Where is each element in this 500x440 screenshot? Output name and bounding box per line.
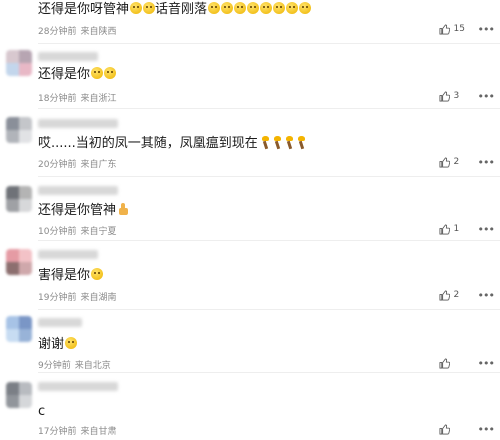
comment-location: 来自广东 <box>80 160 117 170</box>
smile-emoji-icon <box>247 2 260 14</box>
comment-time: 10分钟前 <box>38 227 77 237</box>
more-options-icon[interactable]: ••• <box>478 290 495 301</box>
username[interactable] <box>38 382 118 391</box>
smile-emoji-icon <box>221 2 234 14</box>
thumbs-up-icon[interactable] <box>439 157 450 168</box>
comment-text-part: 话音刚落 <box>155 2 208 17</box>
more-options-icon[interactable]: ••• <box>478 224 495 235</box>
thumbs-up-icon[interactable] <box>439 24 450 35</box>
comment-location: 来自宁夏 <box>80 227 117 237</box>
divider <box>38 372 500 373</box>
smile-emoji-icon <box>104 67 117 79</box>
torch-emoji-icon <box>296 136 306 149</box>
comment-actions: 2 ••• <box>439 156 495 168</box>
comment-location: 来自陕西 <box>80 27 117 37</box>
username[interactable] <box>38 119 118 128</box>
comment-text-part: 害得是你 <box>38 268 91 283</box>
comment-time: 18分钟前 <box>38 94 77 104</box>
more-options-icon[interactable]: ••• <box>478 358 495 369</box>
avatar[interactable] <box>6 316 32 342</box>
comment-text: 谢谢 <box>38 336 78 354</box>
username[interactable] <box>38 52 98 61</box>
divider <box>38 43 500 44</box>
torch-emoji-icon <box>260 136 270 149</box>
username[interactable] <box>38 186 118 195</box>
divider <box>38 240 500 241</box>
more-options-icon[interactable]: ••• <box>478 424 495 435</box>
comment-text: 还得是你呀管神 话音刚落 <box>38 1 312 19</box>
thumbs-up-emoji-icon <box>118 203 129 215</box>
smile-emoji-icon <box>143 2 156 14</box>
comment-text-part: 还得是你呀管神 <box>38 2 130 17</box>
thumbs-up-icon[interactable] <box>439 224 450 235</box>
comment-meta: 28分钟前 来自陕西 <box>38 24 120 37</box>
username[interactable] <box>38 250 98 259</box>
like-count: 15 <box>453 24 465 34</box>
avatar[interactable] <box>6 117 32 143</box>
comment-meta: 10分钟前 来自宁夏 <box>38 224 120 237</box>
smile-emoji-icon <box>208 2 221 14</box>
thumbs-up-icon[interactable] <box>439 290 450 301</box>
smile-emoji-icon <box>65 337 78 349</box>
comment-text-part: 还得是你管神 <box>38 203 117 218</box>
comment-location: 来自北京 <box>74 361 111 371</box>
comment-actions: ••• <box>439 357 495 369</box>
avatar[interactable] <box>6 50 32 76</box>
comment-meta: 9分钟前 来自北京 <box>38 358 115 371</box>
comment-actions: 2 ••• <box>439 289 495 301</box>
like-count: 1 <box>453 224 460 234</box>
like-count: 3 <box>453 91 460 101</box>
smile-emoji-icon <box>273 2 286 14</box>
torch-emoji-icon <box>272 136 282 149</box>
username[interactable] <box>38 318 82 327</box>
comment-text-part: c <box>38 404 46 419</box>
smile-emoji-icon <box>91 268 104 280</box>
thumbs-up-icon[interactable] <box>439 358 450 369</box>
thumbs-up-icon[interactable] <box>439 91 450 102</box>
smile-emoji-icon <box>91 67 104 79</box>
comment-text: 害得是你 <box>38 267 104 285</box>
avatar[interactable] <box>6 382 32 408</box>
comment-text: 还得是你 <box>38 66 117 84</box>
like-count: 2 <box>453 290 460 300</box>
comment-time: 17分钟前 <box>38 427 77 437</box>
torch-emoji-icon <box>284 136 294 149</box>
smile-emoji-icon <box>299 2 312 14</box>
comment-actions: 1 ••• <box>439 223 495 235</box>
comment-meta: 20分钟前 来自广东 <box>38 157 120 170</box>
comment-text: 哎......当初的凤一其随，凤凰瘟到现在 <box>38 135 306 153</box>
comment-text-part: 还得是你 <box>38 67 91 82</box>
comment-time: 28分钟前 <box>38 27 77 37</box>
comment-actions: 15 ••• <box>439 23 495 35</box>
comment-meta: 18分钟前 来自浙江 <box>38 91 120 104</box>
comment-text: c <box>38 403 45 421</box>
more-options-icon[interactable]: ••• <box>478 91 495 102</box>
comment-meta: 19分钟前 来自湖南 <box>38 290 120 303</box>
more-options-icon[interactable]: ••• <box>478 24 495 35</box>
smile-emoji-icon <box>260 2 273 14</box>
comment-time: 20分钟前 <box>38 160 77 170</box>
comment-actions: 3 ••• <box>439 90 495 102</box>
smile-emoji-icon <box>130 2 143 14</box>
thumbs-up-icon[interactable] <box>439 424 450 435</box>
comment-location: 来自浙江 <box>80 94 117 104</box>
avatar[interactable] <box>6 186 32 212</box>
more-options-icon[interactable]: ••• <box>478 157 495 168</box>
smile-emoji-icon <box>286 2 299 14</box>
like-count: 2 <box>453 157 460 167</box>
divider <box>38 108 500 109</box>
comment-location: 来自甘肃 <box>80 427 117 437</box>
comment-meta: 17分钟前 来自甘肃 <box>38 424 120 437</box>
smile-emoji-icon <box>234 2 247 14</box>
divider <box>38 309 500 310</box>
comment-location: 来自湖南 <box>80 293 117 303</box>
comment-time: 19分钟前 <box>38 293 77 303</box>
comment-text-part: 哎......当初的凤一其随，凤凰瘟到现在 <box>38 136 258 151</box>
comment-text: 还得是你管神 <box>38 202 129 220</box>
comment-time: 9分钟前 <box>38 361 71 371</box>
comment-actions: ••• <box>439 423 495 435</box>
divider <box>38 176 500 177</box>
comment-text-part: 谢谢 <box>38 337 65 352</box>
avatar[interactable] <box>6 249 32 275</box>
